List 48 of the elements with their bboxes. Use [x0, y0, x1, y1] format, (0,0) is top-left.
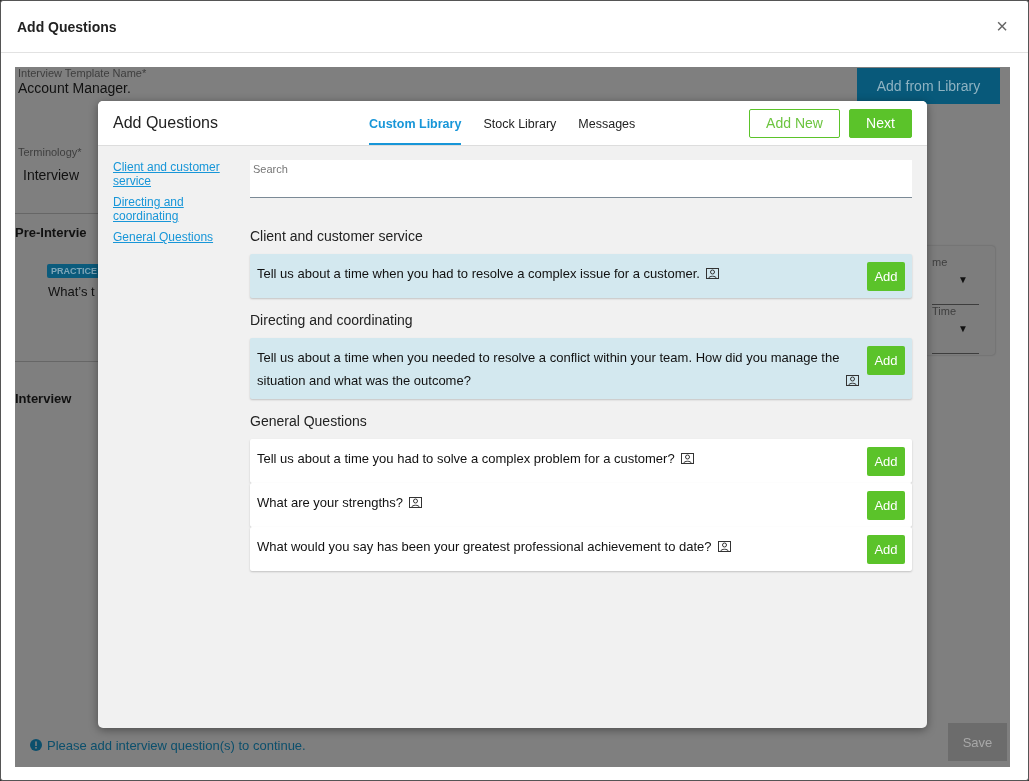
person-icon [408, 497, 422, 508]
question-text: What are your strengths? [257, 494, 403, 512]
library-tab[interactable]: Custom Library [369, 101, 462, 145]
library-tab[interactable]: Messages [578, 101, 636, 145]
section-heading: Interview [15, 391, 73, 406]
next-button[interactable]: Next [849, 108, 912, 138]
select-field[interactable]: Time ▼ [932, 305, 979, 354]
add-button[interactable]: Add [867, 262, 905, 291]
dialog-title: Add Questions [17, 18, 117, 35]
question-text: Tell us about a time when you had to resolve a complex issue for a customer. [257, 265, 700, 283]
select-field[interactable]: me ▼ [932, 256, 979, 305]
question-card[interactable]: What are your strengths? Add [250, 483, 912, 527]
section-heading: Pre-Intervie [15, 225, 88, 240]
category-link[interactable]: Directing and coordinating [113, 195, 225, 223]
template-name-field[interactable]: Account Manager. [18, 80, 147, 96]
notice-text: Please add interview question(s) to continue. [47, 737, 306, 753]
section-heading: General Questions [250, 413, 368, 429]
add-button[interactable]: Add [867, 346, 905, 375]
modal-title: Add Questions [113, 114, 219, 132]
add-button[interactable]: Add [867, 491, 905, 520]
person-icon [705, 268, 719, 279]
category-link[interactable]: Client and customer service [113, 160, 225, 188]
info-icon [30, 739, 42, 751]
terminology-field[interactable]: Interview [23, 167, 98, 183]
category-link[interactable]: General Questions [113, 230, 225, 244]
question-text: Tell us about a time when you needed to resolve a conflict within your team. How did you manage the situation and what was the outcome? [257, 349, 840, 390]
add-from-library-button[interactable]: Add from Library [857, 68, 1000, 104]
search-field[interactable]: Search [250, 160, 912, 198]
section-heading: Directing and coordinating [250, 312, 414, 328]
question-text: What would you say has been your greatest professional achievement to date? [257, 538, 712, 556]
library-tab[interactable]: Stock Library [483, 101, 557, 145]
question-card[interactable]: Tell us about a time you had to solve a complex problem for a customer? Add [250, 439, 912, 483]
add-button[interactable]: Add [867, 535, 905, 564]
question-card[interactable]: Tell us about a time when you had to resolve a complex issue for a customer. Add [250, 254, 912, 298]
add-button[interactable]: Add [867, 447, 905, 476]
person-icon [680, 453, 694, 464]
close-button[interactable]: × [992, 15, 1012, 38]
section-heading: Client and customer service [250, 228, 424, 244]
person-icon [846, 375, 859, 386]
question-text: Tell us about a time you had to solve a complex problem for a customer? [257, 450, 675, 468]
field-label: Interview Template Name* [18, 67, 147, 80]
add-new-button[interactable]: Add New [749, 108, 840, 138]
question-card[interactable]: Tell us about a time when you needed to resolve a conflict within your team. How did you manage the situation and what was the outcome? Add [250, 338, 912, 399]
person-icon [717, 541, 731, 552]
field-label: Terminology* [17, 146, 83, 159]
question-card[interactable]: What would you say has been your greatest professional achievement to date? Add [250, 527, 912, 571]
practice-badge: PRACTICE [47, 264, 101, 278]
question-text: What’s t [48, 284, 96, 299]
